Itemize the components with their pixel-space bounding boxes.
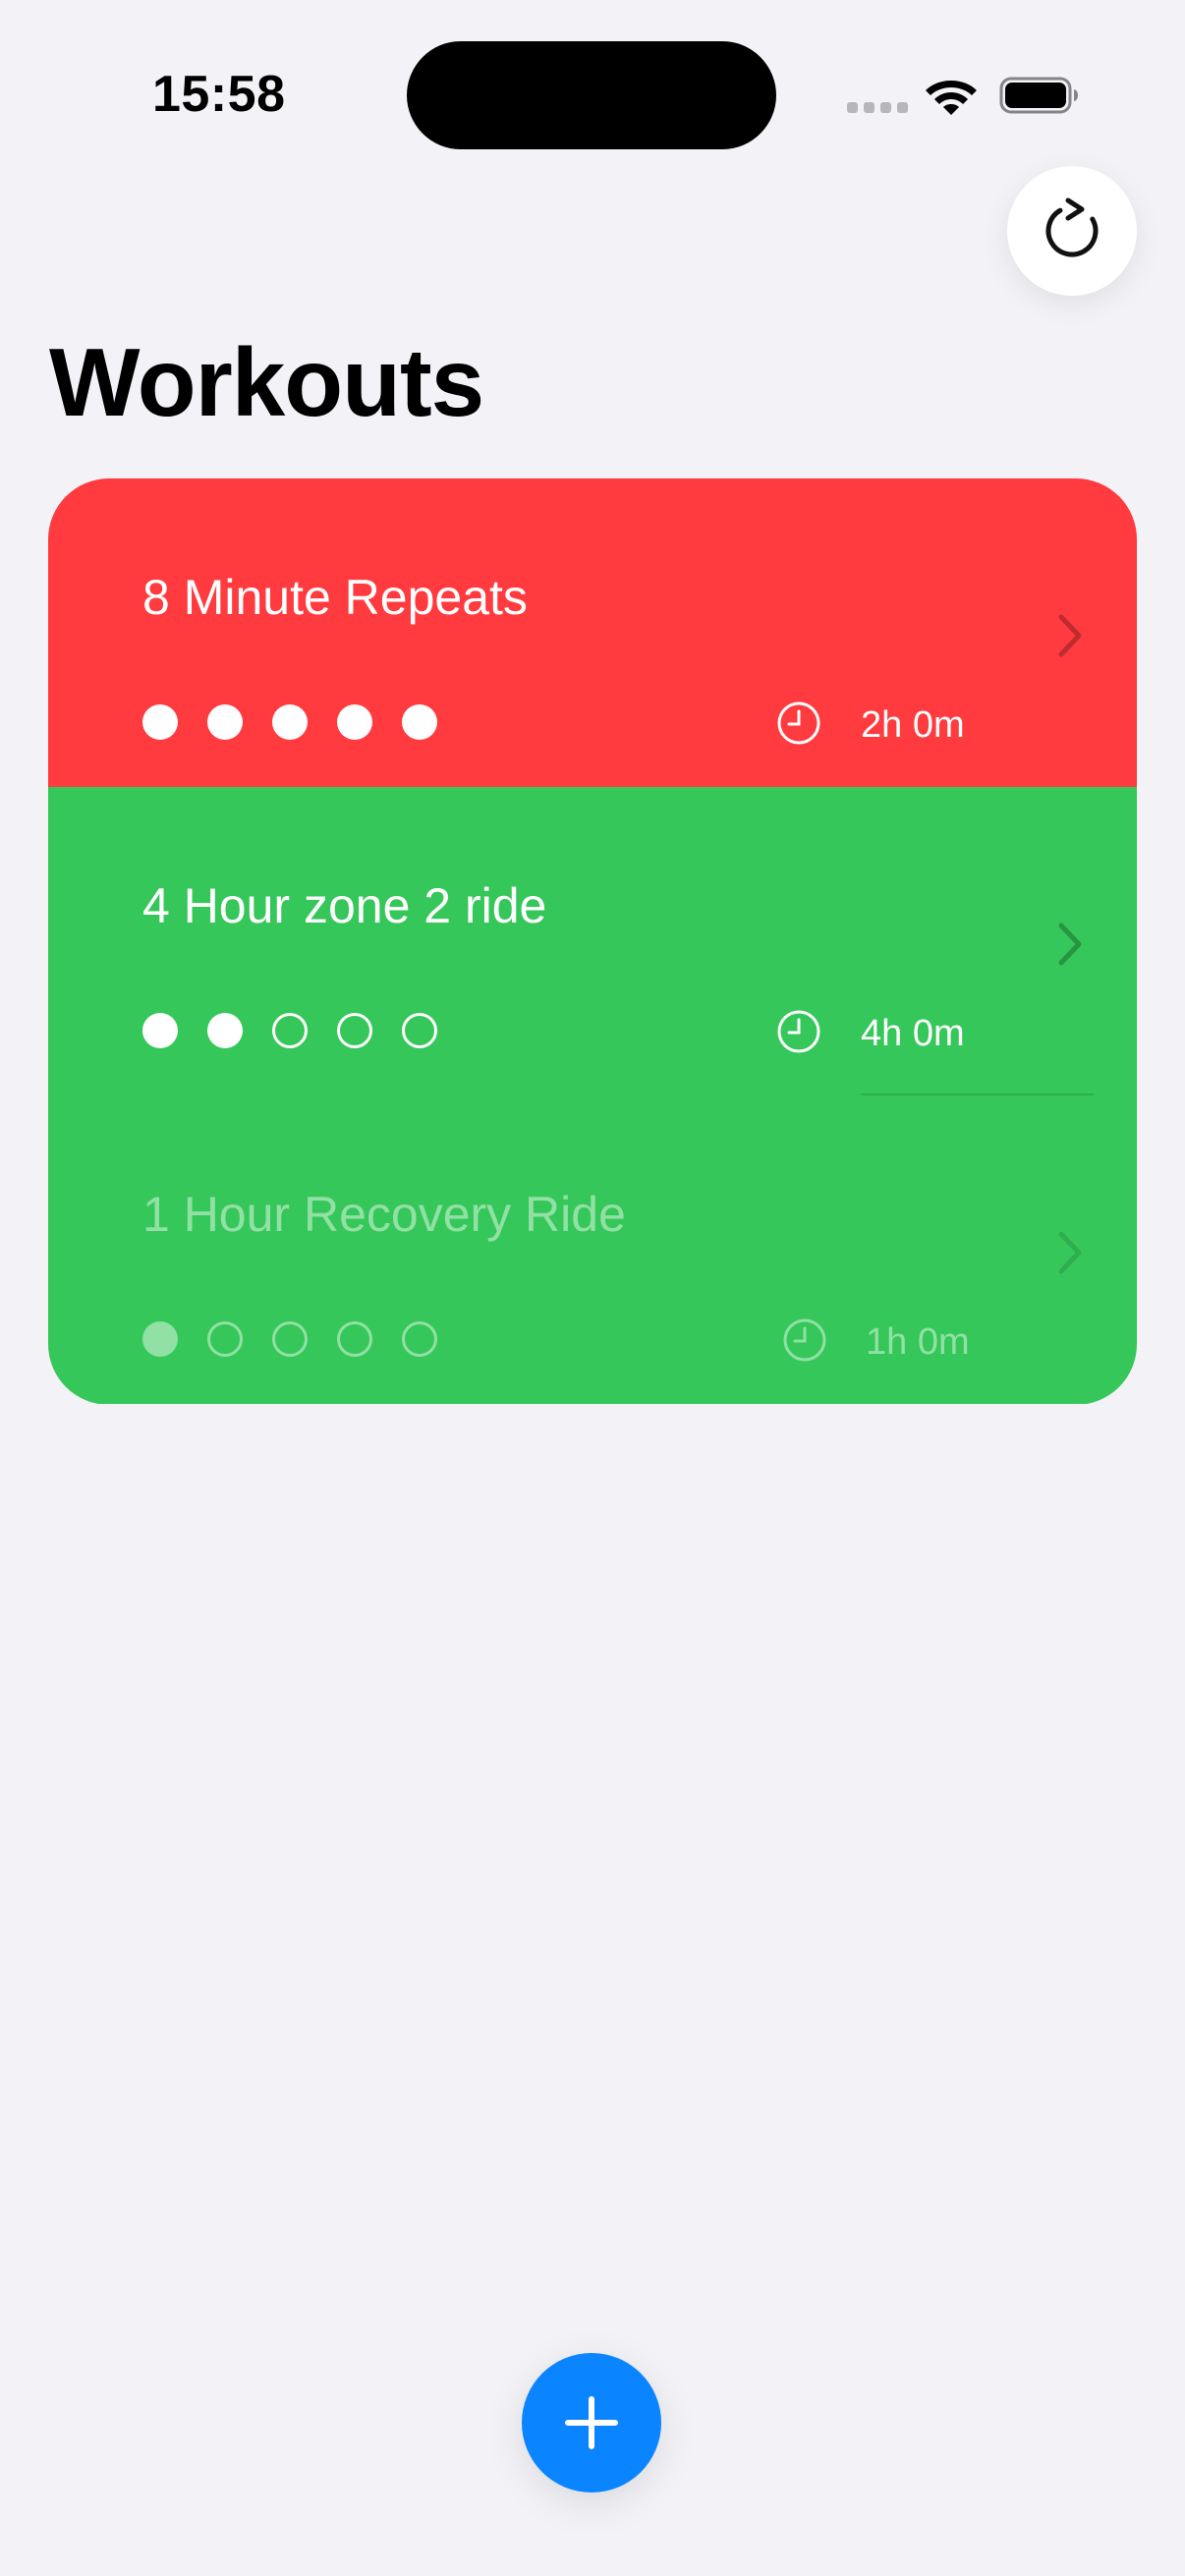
clock-icon <box>783 1318 826 1362</box>
battery-icon <box>999 77 1078 114</box>
intensity-dot-empty <box>272 1013 308 1048</box>
intensity-dot-empty <box>402 1321 437 1357</box>
intensity-dots <box>142 704 437 740</box>
chevron-right-icon <box>1058 1231 1082 1274</box>
workout-duration: 4h 0m <box>861 1013 965 1054</box>
intensity-dot-filled <box>272 704 308 740</box>
clock-icon <box>777 701 820 745</box>
intensity-dot-filled <box>142 1321 178 1357</box>
intensity-dot-filled <box>402 704 437 740</box>
chevron-right-icon <box>1058 614 1082 657</box>
clock-icon <box>777 1010 820 1053</box>
intensity-dots <box>142 1321 437 1357</box>
workout-list: 8 Minute Repeats 2h 0m 4 Hour zone 2 rid… <box>48 478 1137 1405</box>
workout-duration: 2h 0m <box>861 704 965 746</box>
wifi-icon <box>926 81 977 115</box>
intensity-dot-empty <box>207 1321 243 1357</box>
status-time: 15:58 <box>152 66 286 123</box>
intensity-dot-filled <box>207 704 243 740</box>
workout-row[interactable]: 8 Minute Repeats 2h 0m <box>48 478 1137 787</box>
workout-row[interactable]: 1 Hour Recovery Ride 1h 0m <box>48 1095 1137 1404</box>
intensity-dot-empty <box>272 1321 308 1357</box>
workout-duration: 1h 0m <box>866 1321 970 1363</box>
intensity-dot-filled <box>142 704 178 740</box>
intensity-dot-filled <box>142 1013 178 1048</box>
chevron-right-icon <box>1058 923 1082 966</box>
workout-name: 8 Minute Repeats <box>142 570 528 625</box>
intensity-dot-filled <box>337 704 372 740</box>
arrow-clockwise-icon <box>1045 197 1099 257</box>
page-title: Workouts <box>49 328 484 436</box>
intensity-dot-filled <box>207 1013 243 1048</box>
workout-name: 4 Hour zone 2 ride <box>142 878 547 933</box>
intensity-dots <box>142 1013 437 1048</box>
plus-icon <box>565 2396 618 2449</box>
intensity-dot-empty <box>337 1321 372 1357</box>
cellular-signal-icon <box>847 102 908 113</box>
intensity-dot-empty <box>337 1013 372 1048</box>
dynamic-island <box>407 41 776 149</box>
add-workout-button[interactable] <box>522 2353 661 2492</box>
intensity-dot-empty <box>402 1013 437 1048</box>
workout-name: 1 Hour Recovery Ride <box>142 1187 626 1242</box>
refresh-button[interactable] <box>1007 166 1137 296</box>
workout-row[interactable]: 4 Hour zone 2 ride 4h 0m <box>48 787 1137 1095</box>
